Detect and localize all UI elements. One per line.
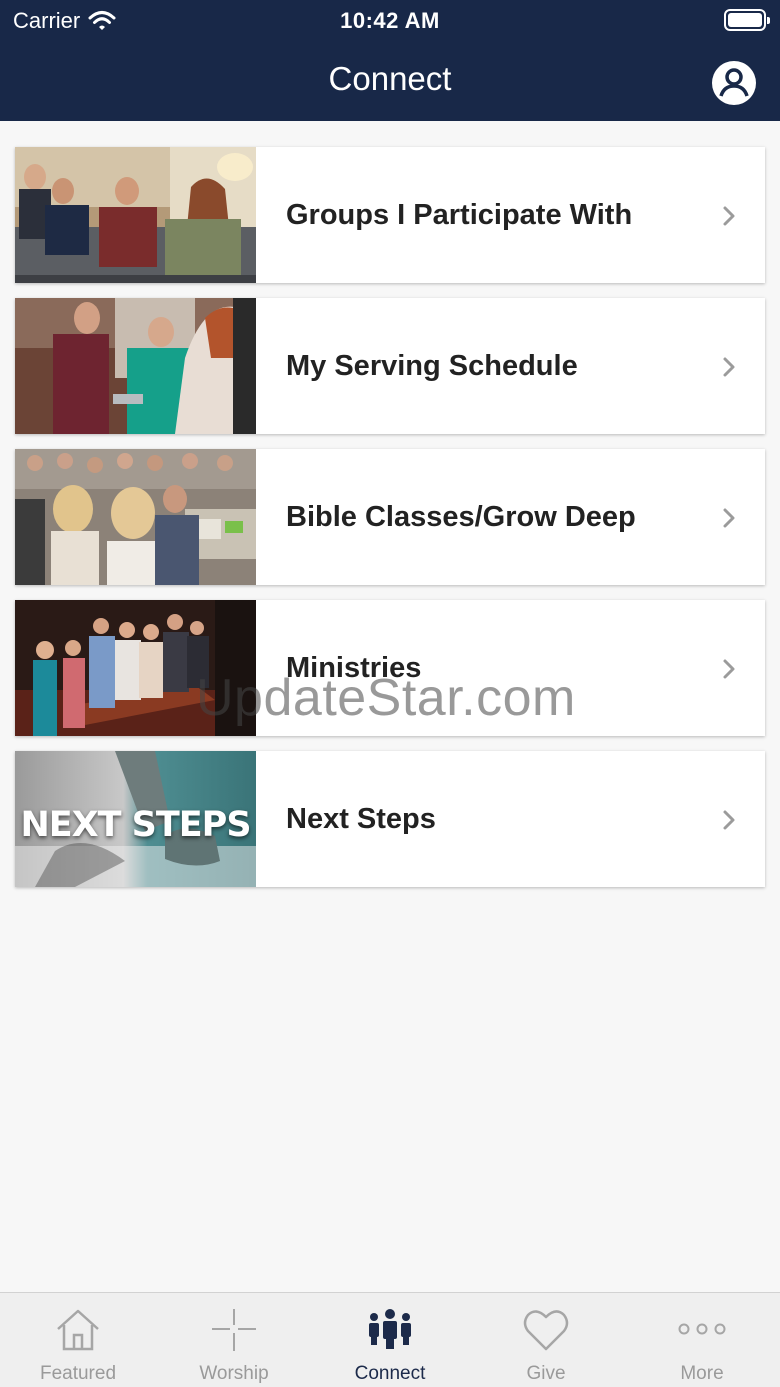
tab-label: Worship <box>199 1363 269 1384</box>
chevron-right-icon <box>723 357 735 377</box>
people-icon <box>369 1309 411 1349</box>
list-item-groups[interactable]: Groups I Participate With <box>15 147 765 283</box>
profile-button[interactable] <box>712 61 756 105</box>
more-dots-icon <box>678 1323 726 1335</box>
serving-photo <box>15 298 256 434</box>
status-time: 10:42 AM <box>340 8 440 33</box>
choir-photo <box>15 600 256 736</box>
class-photo <box>15 449 256 585</box>
page-title: Connect <box>328 60 452 97</box>
tab-give[interactable]: Give <box>468 1293 624 1387</box>
heart-icon <box>523 1310 569 1351</box>
list-item-ministries[interactable]: Ministries <box>15 600 765 736</box>
tab-featured[interactable]: Featured <box>0 1293 156 1387</box>
list-item-serving-schedule[interactable]: My Serving Schedule <box>15 298 765 434</box>
list-item-label: Next Steps <box>286 802 436 835</box>
home-icon <box>57 1309 99 1351</box>
chevron-right-icon <box>723 206 735 226</box>
thumbnail-caption: NEXT STEPS <box>20 805 251 845</box>
tab-label: Give <box>526 1363 566 1384</box>
battery-icon <box>724 9 770 31</box>
tab-bar: Featured Worship Connect Give More <box>0 1292 780 1387</box>
list-item-bible-classes[interactable]: Bible Classes/Grow Deep <box>15 449 765 585</box>
list-item-label: Groups I Participate With <box>286 198 633 231</box>
status-bar: Carrier 10:42 AM <box>0 0 780 40</box>
chevron-right-icon <box>723 508 735 528</box>
chevron-right-icon <box>723 810 735 830</box>
tab-label: Featured <box>39 1363 117 1384</box>
group-photo <box>15 147 256 283</box>
nav-header: Carrier 10:42 AM Connect <box>0 0 780 121</box>
cross-icon <box>212 1309 256 1351</box>
tab-worship[interactable]: Worship <box>156 1293 312 1387</box>
tab-label: More <box>680 1363 724 1384</box>
list-item-next-steps[interactable]: NEXT STEPS Next Steps <box>15 751 765 887</box>
tab-connect[interactable]: Connect <box>312 1293 468 1387</box>
list-item-label: Ministries <box>286 651 422 684</box>
list-item-label: My Serving Schedule <box>286 349 578 382</box>
next-steps-graphic: NEXT STEPS <box>15 751 256 887</box>
user-circle-icon <box>714 63 754 103</box>
chevron-right-icon <box>723 659 735 679</box>
tab-label: Connect <box>354 1363 426 1384</box>
tab-more[interactable]: More <box>624 1293 780 1387</box>
list-item-label: Bible Classes/Grow Deep <box>286 500 636 533</box>
